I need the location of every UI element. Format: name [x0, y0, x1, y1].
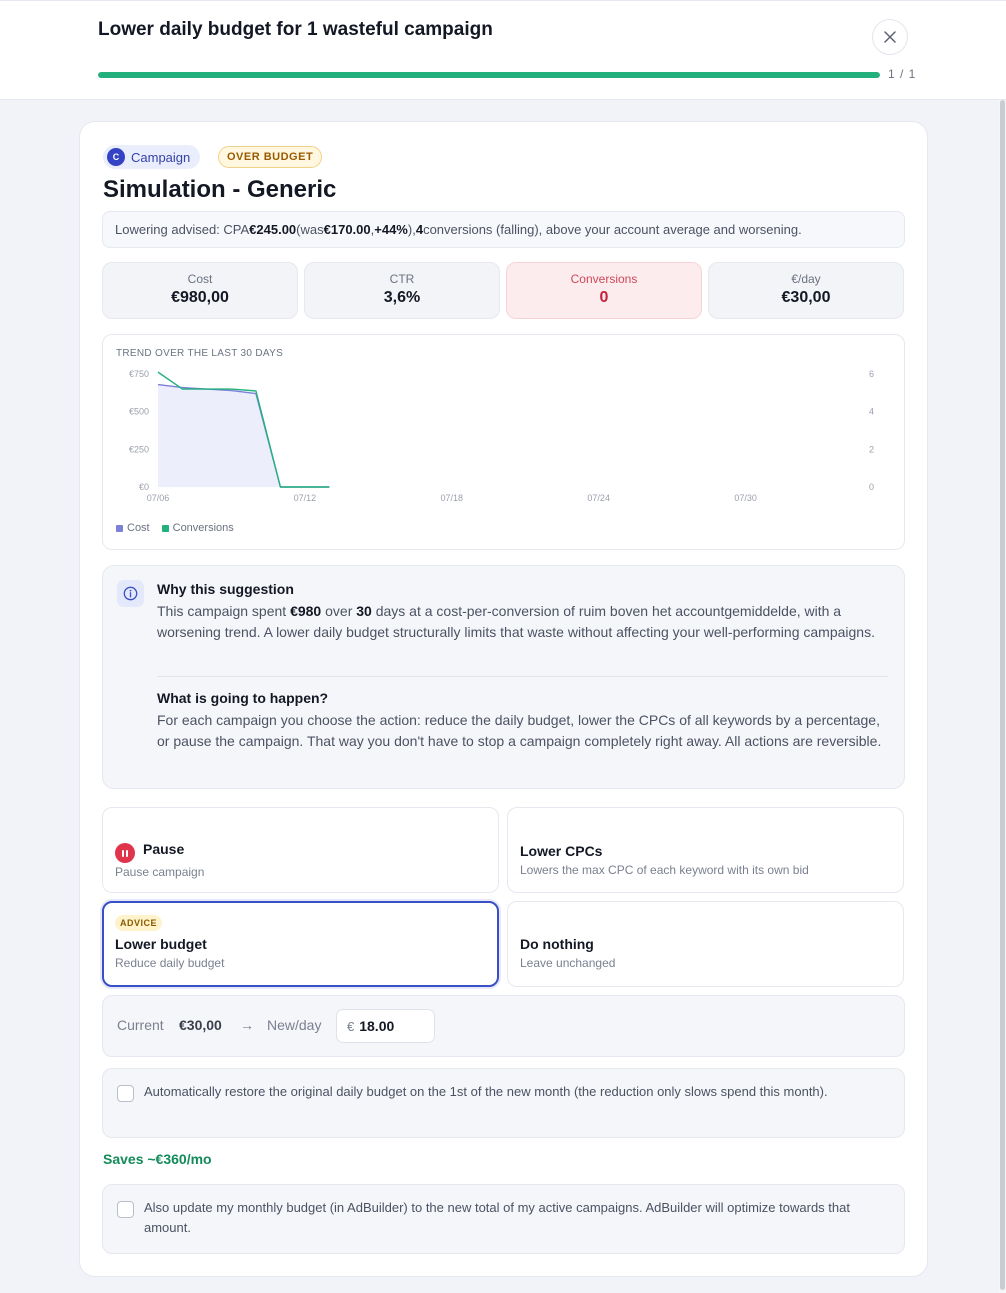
y-left-tick-label: €750	[129, 369, 149, 379]
step-count: 1 / 1	[888, 67, 917, 81]
why-text-part: over	[321, 603, 357, 619]
option-pause-sub: Pause campaign	[115, 865, 205, 879]
current-label: Current	[117, 1017, 164, 1033]
auto-restore-checkbox[interactable]	[117, 1085, 134, 1102]
scrollbar-thumb[interactable]	[1000, 100, 1005, 1290]
y-right-tick-label: 4	[869, 407, 874, 417]
advice-was-prefix: (was	[296, 222, 324, 237]
x-tick-label: 07/18	[441, 493, 464, 503]
option-lower-budget-title: Lower budget	[115, 936, 207, 952]
auto-restore-text: Automatically restore the original daily…	[144, 1084, 828, 1099]
y-right-tick-label: 2	[869, 444, 874, 454]
metric-label: Cost	[187, 272, 213, 286]
metric-value: 0	[599, 289, 609, 306]
auto-restore-box	[102, 1068, 905, 1138]
advice-close: ),	[407, 222, 416, 237]
chart-heading: TREND OVER THE LAST 30 DAYS	[116, 348, 284, 359]
advice-summary: Lowering advised: CPA €245.00 (was €170.…	[102, 211, 905, 248]
why-text-part: This campaign spent	[157, 603, 291, 619]
update-monthly-text: Also update my monthly budget (in AdBuil…	[144, 1200, 850, 1235]
new-day-label: New/day	[267, 1017, 322, 1033]
legend-label: Cost	[127, 522, 150, 534]
close-button[interactable]	[872, 19, 908, 55]
currency-symbol: €	[347, 1018, 355, 1034]
y-left-tick-label: €0	[139, 482, 149, 492]
metric-label: €/day	[791, 272, 821, 286]
cost-area	[158, 384, 330, 487]
why-title: Why this suggestion	[157, 581, 294, 597]
page-title: Simulation - Generic	[103, 176, 337, 203]
why-text: This campaign spent €980 over 30 days at…	[157, 601, 892, 643]
legend-swatch	[161, 524, 169, 532]
divider	[157, 676, 888, 677]
pause-bar	[126, 849, 128, 857]
legend-label: Conversions	[172, 522, 234, 534]
option-lower-cpcs-sub: Lowers the max CPC of each keyword with …	[520, 863, 809, 877]
chart-legend: Cost Conversions	[116, 522, 234, 534]
new-budget-input[interactable]	[359, 1018, 420, 1034]
advice-suffix: conversions (falling), above your accoun…	[423, 222, 802, 237]
update-monthly-checkbox[interactable]	[117, 1201, 134, 1218]
x-tick-label: 07/06	[147, 493, 170, 503]
x-tick-label: 07/24	[587, 493, 610, 503]
legend-swatch	[116, 524, 123, 532]
y-right-tick-label: 0	[869, 482, 874, 492]
legend-item-cost: Cost	[116, 522, 150, 534]
info-circle-icon	[123, 586, 138, 601]
metric-value: €980,00	[171, 289, 229, 306]
advice-conversions: 4	[415, 222, 424, 237]
legend-item-conversions: Conversions	[161, 522, 234, 534]
why-spent: €980	[290, 603, 322, 619]
progress-fill	[98, 72, 880, 78]
pause-icon	[115, 843, 135, 863]
close-icon	[884, 31, 896, 43]
pause-bar	[122, 849, 124, 857]
option-pause-title: Pause	[143, 841, 185, 857]
x-tick-label: 07/30	[734, 493, 757, 503]
savings-estimate: Saves ~€360/mo	[103, 1151, 212, 1167]
metric-ctr: CTR 3,6%	[304, 262, 500, 319]
campaign-letter-icon: C	[107, 148, 125, 166]
progress-bar	[98, 72, 880, 78]
x-tick-label: 07/12	[294, 493, 317, 503]
advice-change: +44%	[374, 222, 408, 237]
y-right-tick-label: 6	[869, 369, 874, 379]
modal-title: Lower daily budget for 1 wasteful campai…	[98, 19, 493, 40]
new-budget-field[interactable]: €	[336, 1009, 435, 1043]
option-do-nothing-sub: Leave unchanged	[520, 956, 616, 970]
metric-per-day: €/day €30,00	[708, 262, 904, 319]
current-value: €30,00	[179, 1017, 222, 1033]
advice-cpa: €245.00	[249, 222, 297, 237]
y-left-tick-label: €250	[129, 444, 149, 454]
metric-cost: Cost €980,00	[102, 262, 298, 319]
advice-badge: ADVICE	[115, 915, 163, 931]
metric-conversions: Conversions 0	[506, 262, 702, 319]
modal-header: Lower daily budget for 1 wasteful campai…	[0, 0, 1006, 100]
campaign-badge-label: Campaign	[131, 149, 191, 165]
metric-label: CTR	[389, 272, 415, 286]
metric-value: €30,00	[781, 289, 831, 306]
why-suggestion-box	[102, 565, 905, 789]
metric-value: 3,6%	[383, 289, 421, 306]
option-lower-budget-sub: Reduce daily budget	[115, 956, 225, 970]
why-days: 30	[356, 603, 372, 619]
y-left-tick-label: €500	[129, 407, 149, 417]
over-budget-badge: OVER BUDGET	[218, 146, 323, 168]
what-happens-title: What is going to happen?	[157, 690, 329, 706]
campaign-badge: C Campaign	[103, 145, 201, 169]
budget-row	[102, 995, 905, 1057]
arrow-right-icon: →	[240, 1017, 254, 1033]
option-do-nothing-title: Do nothing	[520, 936, 594, 952]
advice-was: €170.00	[323, 222, 371, 237]
advice-prefix: Lowering advised: CPA	[115, 222, 250, 237]
option-lower-cpcs-title: Lower CPCs	[520, 843, 603, 859]
trend-chart: €0 €250 €500 €750 0 2 4 6 07/06 07/12 07/18 07/24 07…	[129, 369, 874, 503]
what-happens-text: For each campaign you choose the action:…	[157, 712, 882, 749]
metric-label: Conversions	[570, 272, 638, 286]
info-icon	[117, 580, 144, 607]
